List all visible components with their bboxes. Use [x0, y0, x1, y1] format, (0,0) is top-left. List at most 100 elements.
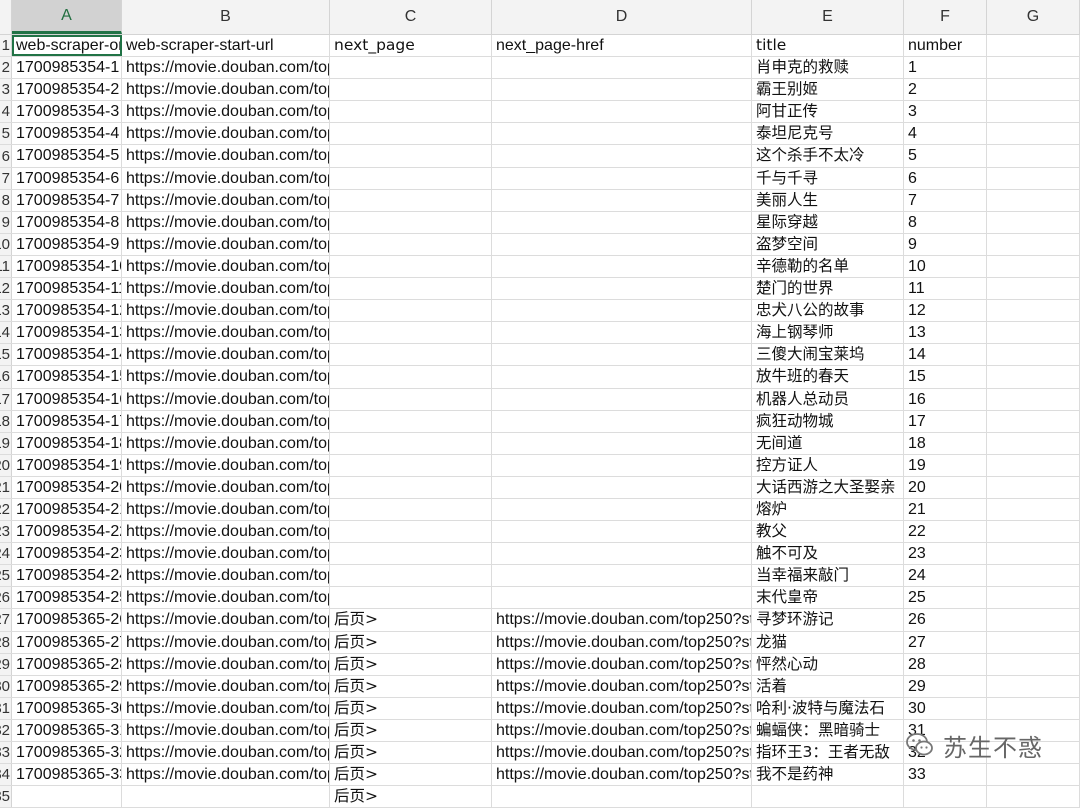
- row-number[interactable]: 33: [0, 742, 12, 764]
- cell-next-page-href[interactable]: [492, 587, 752, 609]
- cell-next-page[interactable]: [330, 344, 492, 366]
- cell-title[interactable]: 指环王3：王者无敌: [752, 742, 904, 764]
- cell-next-page-href[interactable]: https://movie.douban.com/top250?start=25: [492, 742, 752, 764]
- cell-next-page-href[interactable]: [492, 211, 752, 233]
- cell-order[interactable]: 1700985354-15: [12, 366, 122, 388]
- cell-next-page-href[interactable]: [492, 388, 752, 410]
- cell-title[interactable]: 楚门的世界: [752, 278, 904, 300]
- select-all-corner[interactable]: [0, 0, 12, 34]
- cell-title[interactable]: 寻梦环游记: [752, 609, 904, 631]
- cell-next-page-href[interactable]: [492, 255, 752, 278]
- cell-next-page[interactable]: [330, 366, 492, 388]
- cell-g[interactable]: [987, 609, 1080, 631]
- cell-next-page[interactable]: 后页>: [330, 764, 492, 786]
- row-number[interactable]: 30: [0, 675, 12, 697]
- column-header-e[interactable]: E: [752, 0, 904, 34]
- cell-next-page[interactable]: 后页>: [330, 786, 492, 808]
- row-number[interactable]: 19: [0, 432, 12, 454]
- row-number[interactable]: 18: [0, 410, 12, 432]
- cell-next-page-href[interactable]: https://movie.douban.com/top250?start=25: [492, 675, 752, 697]
- cell-title[interactable]: 哈利·波特与魔法石: [752, 697, 904, 719]
- row-number[interactable]: 23: [0, 521, 12, 543]
- cell-next-page[interactable]: [330, 410, 492, 432]
- cell-number[interactable]: 29: [904, 675, 987, 697]
- cell-next-page-href[interactable]: [492, 57, 752, 79]
- cell-next-page[interactable]: 后页>: [330, 653, 492, 675]
- cell-start-url[interactable]: https://movie.douban.com/top250: [122, 476, 330, 498]
- cell-next-page-href[interactable]: [492, 123, 752, 145]
- cell-next-page-href[interactable]: https://movie.douban.com/top250?start=25: [492, 631, 752, 653]
- cell-g[interactable]: [987, 697, 1080, 719]
- cell-title[interactable]: 忠犬八公的故事: [752, 300, 904, 322]
- cell-start-url[interactable]: https://movie.douban.com/top250: [122, 498, 330, 521]
- cell-g[interactable]: [987, 675, 1080, 697]
- cell-g[interactable]: [987, 543, 1080, 565]
- row-number[interactable]: 10: [0, 233, 12, 255]
- cell-title[interactable]: 海上钢琴师: [752, 322, 904, 344]
- cell-next-page-href[interactable]: https://movie.douban.com/top250?start=25: [492, 653, 752, 675]
- cell-next-page[interactable]: [330, 476, 492, 498]
- cell-start-url[interactable]: https://movie.douban.com/top250: [122, 344, 330, 366]
- row-number[interactable]: 16: [0, 366, 12, 388]
- cell-number[interactable]: 22: [904, 521, 987, 543]
- cell-number[interactable]: 30: [904, 697, 987, 719]
- cell-order[interactable]: 1700985354-17: [12, 410, 122, 432]
- row-number[interactable]: 15: [0, 344, 12, 366]
- cell-g[interactable]: [987, 322, 1080, 344]
- cell-number[interactable]: 20: [904, 476, 987, 498]
- cell-next-page[interactable]: [330, 388, 492, 410]
- cell-g[interactable]: [987, 410, 1080, 432]
- row-number[interactable]: 28: [0, 631, 12, 653]
- cell-title[interactable]: 控方证人: [752, 454, 904, 476]
- cell-next-page[interactable]: [330, 79, 492, 101]
- cell-order[interactable]: 1700985365-27: [12, 631, 122, 653]
- cell-start-url[interactable]: https://movie.douban.com/top250: [122, 278, 330, 300]
- cell-next-page[interactable]: [330, 587, 492, 609]
- cell-g[interactable]: [987, 344, 1080, 366]
- cell-next-page[interactable]: 后页>: [330, 697, 492, 719]
- cell-next-page[interactable]: [330, 123, 492, 145]
- cell-g[interactable]: [987, 764, 1080, 786]
- row-number[interactable]: 4: [0, 101, 12, 123]
- cell-start-url[interactable]: https://movie.douban.com/top250: [122, 300, 330, 322]
- cell-next-page-href[interactable]: https://movie.douban.com/top250?start=25: [492, 697, 752, 719]
- cell-title[interactable]: 泰坦尼克号: [752, 123, 904, 145]
- cell-g[interactable]: [987, 35, 1080, 57]
- cell-next-page[interactable]: [330, 454, 492, 476]
- cell-g[interactable]: [987, 123, 1080, 145]
- column-header-f[interactable]: F: [904, 0, 987, 34]
- cell-number[interactable]: 4: [904, 123, 987, 145]
- row-number[interactable]: 29: [0, 653, 12, 675]
- cell-next-page[interactable]: 后页>: [330, 742, 492, 764]
- cell-next-page-href[interactable]: [492, 432, 752, 454]
- cell-next-page[interactable]: [330, 543, 492, 565]
- cell-start-url[interactable]: https://movie.douban.com/top250: [122, 255, 330, 278]
- cell-order[interactable]: 1700985354-8: [12, 211, 122, 233]
- cell-title[interactable]: title: [752, 35, 904, 57]
- cell-g[interactable]: [987, 233, 1080, 255]
- cell-number[interactable]: 10: [904, 255, 987, 278]
- cell-g[interactable]: [987, 786, 1080, 808]
- cell-order[interactable]: 1700985365-33: [12, 764, 122, 786]
- cell-next-page[interactable]: [330, 255, 492, 278]
- cell-next-page-href[interactable]: [492, 476, 752, 498]
- cell-start-url[interactable]: https://movie.douban.com/top250: [122, 57, 330, 79]
- row-number[interactable]: 12: [0, 278, 12, 300]
- cell-next-page[interactable]: [330, 432, 492, 454]
- cell-g[interactable]: [987, 388, 1080, 410]
- cell-number[interactable]: 11: [904, 278, 987, 300]
- cell-next-page-href[interactable]: [492, 189, 752, 211]
- cell-start-url[interactable]: https://movie.douban.com/top250: [122, 697, 330, 719]
- cell-order[interactable]: 1700985354-14: [12, 344, 122, 366]
- cell-start-url[interactable]: https://movie.douban.com/top250: [122, 233, 330, 255]
- cell-next-page-href[interactable]: [492, 233, 752, 255]
- cell-start-url[interactable]: https://movie.douban.com/top250: [122, 675, 330, 697]
- cell-next-page-href[interactable]: [492, 543, 752, 565]
- cell-order[interactable]: 1700985365-29: [12, 675, 122, 697]
- column-header-a[interactable]: A: [12, 0, 122, 34]
- cell-title[interactable]: 这个杀手不太冷: [752, 145, 904, 167]
- cell-start-url[interactable]: https://movie.douban.com/top250: [122, 742, 330, 764]
- cell-start-url[interactable]: https://movie.douban.com/top250: [122, 79, 330, 101]
- cell-next-page[interactable]: [330, 233, 492, 255]
- cell-next-page[interactable]: [330, 189, 492, 211]
